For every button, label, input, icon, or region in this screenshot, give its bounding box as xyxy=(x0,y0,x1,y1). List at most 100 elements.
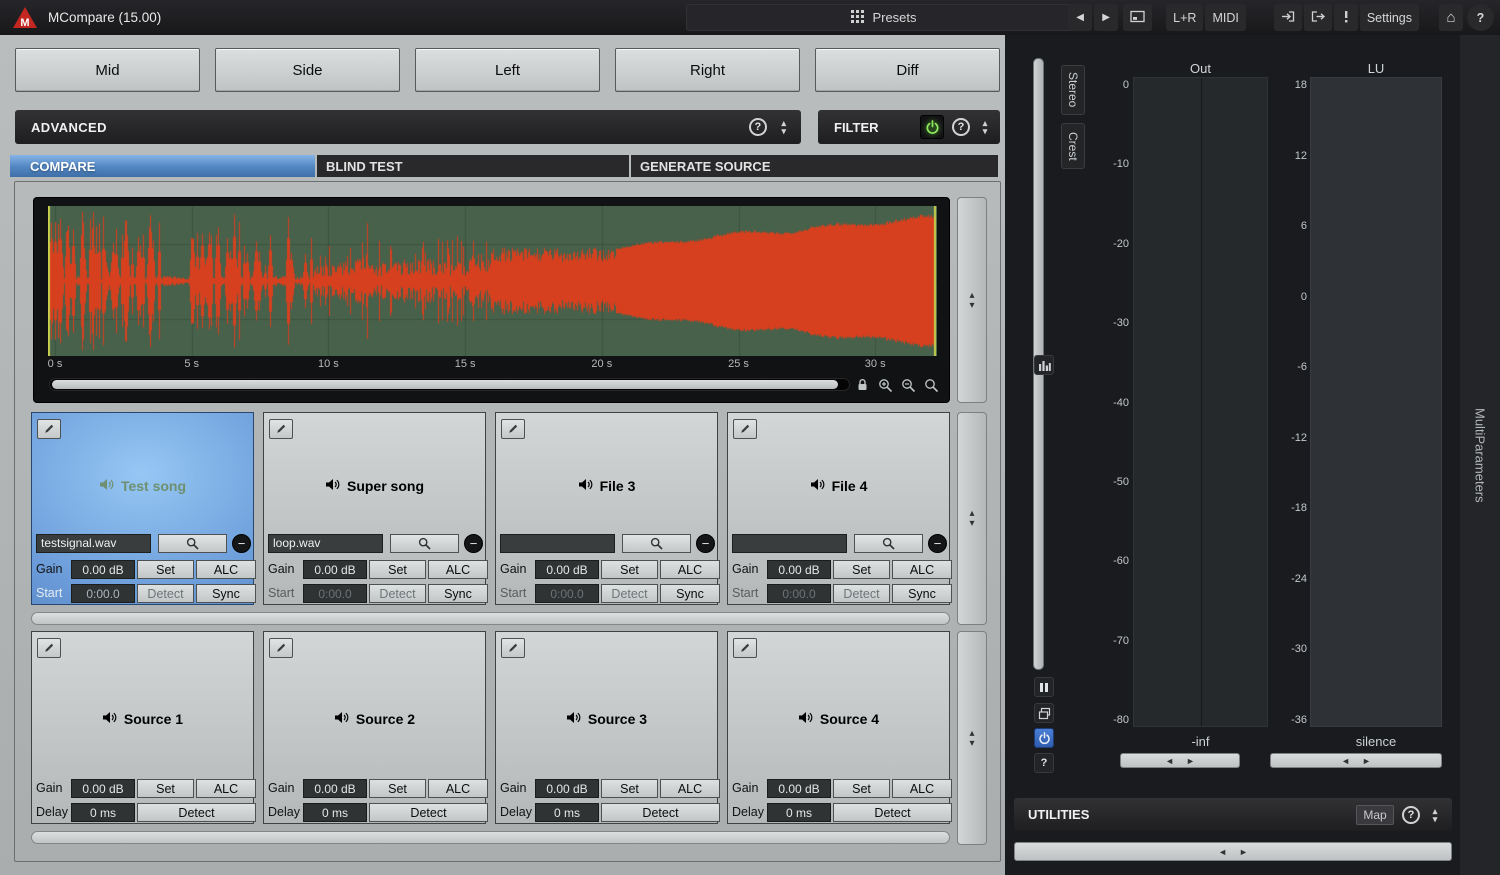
gain-value-field[interactable]: 0.00 dB xyxy=(71,779,135,798)
slot-row-scrollbar[interactable] xyxy=(31,612,950,625)
set-button[interactable]: Set xyxy=(137,560,194,579)
edit-name-button[interactable] xyxy=(501,419,525,439)
delay-value-field[interactable]: 0 ms xyxy=(303,803,367,822)
map-button[interactable]: Map xyxy=(1356,805,1394,825)
filename-field[interactable]: testsignal.wav xyxy=(36,534,151,553)
set-button[interactable]: Set xyxy=(369,560,426,579)
source-slot[interactable]: Source 2 Gain 0.00 dB Set ALC Delay 0 ms… xyxy=(263,631,486,824)
start-value-field[interactable]: 0:00.0 xyxy=(303,584,367,603)
midi-button[interactable]: MIDI xyxy=(1205,4,1245,31)
settings-button[interactable]: Settings xyxy=(1360,4,1419,31)
zoom-fit-icon[interactable] xyxy=(923,377,939,393)
meter-help-button[interactable]: ? xyxy=(1034,753,1054,773)
set-button[interactable]: Set xyxy=(601,560,658,579)
set-button[interactable]: Set xyxy=(601,779,658,798)
remove-file-button[interactable]: − xyxy=(464,534,483,553)
previous-preset-button[interactable]: ◀ xyxy=(1068,4,1092,31)
gain-value-field[interactable]: 0.00 dB xyxy=(71,560,135,579)
comparison-slot[interactable]: File 3 − Gain 0.00 dB Set ALC Start 0:00… xyxy=(495,412,718,605)
comparison-slot[interactable]: Test song testsignal.wav − Gain 0.00 dB … xyxy=(31,412,254,605)
waveform-scrollbar-thumb[interactable] xyxy=(52,380,838,389)
detect-button[interactable]: Detect xyxy=(137,803,256,822)
gain-value-field[interactable]: 0.00 dB xyxy=(303,560,367,579)
edit-name-button[interactable] xyxy=(269,419,293,439)
alc-button[interactable]: ALC xyxy=(196,779,256,798)
meter-power-button[interactable] xyxy=(1034,728,1054,748)
zoom-out-icon[interactable] xyxy=(900,377,916,393)
channel-side-button[interactable]: Side xyxy=(215,48,400,92)
zoom-in-icon[interactable] xyxy=(877,377,893,393)
set-button[interactable]: Set xyxy=(833,779,890,798)
filename-field[interactable] xyxy=(500,534,615,553)
detect-button[interactable]: Detect xyxy=(601,803,720,822)
alc-button[interactable]: ALC xyxy=(660,779,720,798)
delay-value-field[interactable]: 0 ms xyxy=(767,803,831,822)
gain-value-field[interactable]: 0.00 dB xyxy=(303,779,367,798)
filename-field[interactable] xyxy=(732,534,847,553)
out-meter[interactable] xyxy=(1133,77,1268,727)
source-slot[interactable]: Source 3 Gain 0.00 dB Set ALC Delay 0 ms… xyxy=(495,631,718,824)
tab-generate-source[interactable]: GENERATE SOURCE xyxy=(631,155,998,177)
tab-compare[interactable]: COMPARE xyxy=(10,155,315,177)
lu-meter-range-slider[interactable]: ◄► xyxy=(1270,753,1442,768)
sync-button[interactable]: Sync xyxy=(196,584,256,603)
edit-name-button[interactable] xyxy=(37,419,61,439)
detect-button[interactable]: Detect xyxy=(369,584,426,603)
panel-collapse-spinner[interactable]: ▴▾ xyxy=(1428,807,1442,823)
alc-button[interactable]: ALC xyxy=(892,779,952,798)
utilities-panel-header[interactable]: UTILITIES Map ? ▴▾ xyxy=(1014,798,1452,831)
panel-collapse-spinner[interactable]: ▴▾ xyxy=(777,119,791,135)
browse-file-button[interactable] xyxy=(390,534,459,553)
remove-file-button[interactable]: − xyxy=(928,534,947,553)
filter-power-button[interactable] xyxy=(920,115,944,139)
sync-button[interactable]: Sync xyxy=(660,584,720,603)
melda-logo[interactable]: M xyxy=(12,6,38,29)
gain-value-field[interactable]: 0.00 dB xyxy=(535,779,599,798)
waveform-panel-resizer[interactable]: ▴▾ xyxy=(957,197,987,403)
filename-field[interactable]: loop.wav xyxy=(268,534,383,553)
browse-file-button[interactable] xyxy=(158,534,227,553)
alc-button[interactable]: ALC xyxy=(428,779,488,798)
remove-file-button[interactable]: − xyxy=(696,534,715,553)
tab-blind-test[interactable]: BLIND TEST xyxy=(317,155,629,177)
meter-pause-button[interactable] xyxy=(1034,677,1054,697)
comparison-slot[interactable]: Super song loop.wav − Gain 0.00 dB Set A… xyxy=(263,412,486,605)
start-value-field[interactable]: 0:00.0 xyxy=(71,584,135,603)
edit-name-button[interactable] xyxy=(37,638,61,658)
home-button[interactable]: ⌂ xyxy=(1439,4,1463,31)
start-value-field[interactable]: 0:00.0 xyxy=(535,584,599,603)
detect-button[interactable]: Detect xyxy=(601,584,658,603)
source-slot[interactable]: Source 1 Gain 0.00 dB Set ALC Delay 0 ms… xyxy=(31,631,254,824)
alc-button[interactable]: ALC xyxy=(892,560,952,579)
edit-name-button[interactable] xyxy=(733,638,757,658)
channel-right-button[interactable]: Right xyxy=(615,48,800,92)
alc-button[interactable]: ALC xyxy=(196,560,256,579)
channel-mode-button[interactable]: L+R xyxy=(1166,4,1203,31)
browse-file-button[interactable] xyxy=(854,534,923,553)
set-button[interactable]: Set xyxy=(137,779,194,798)
source-slot[interactable]: Source 4 Gain 0.00 dB Set ALC Delay 0 ms… xyxy=(727,631,950,824)
next-preset-button[interactable]: ▶ xyxy=(1094,4,1118,31)
delay-value-field[interactable]: 0 ms xyxy=(535,803,599,822)
alc-button[interactable]: ALC xyxy=(660,560,720,579)
alc-button[interactable]: ALC xyxy=(428,560,488,579)
lock-icon[interactable] xyxy=(854,377,870,393)
help-button[interactable]: ? xyxy=(1467,4,1494,31)
edit-name-button[interactable] xyxy=(733,419,757,439)
source-row-resizer[interactable]: ▴▾ xyxy=(957,631,987,845)
import-button[interactable] xyxy=(1274,4,1302,31)
comparison-slot[interactable]: File 4 − Gain 0.00 dB Set ALC Start 0:00… xyxy=(727,412,950,605)
limiter-button[interactable] xyxy=(1334,4,1358,31)
advanced-panel-header[interactable]: ADVANCED ? ▴▾ xyxy=(15,110,801,144)
sync-button[interactable]: Sync xyxy=(428,584,488,603)
browse-file-button[interactable] xyxy=(622,534,691,553)
set-button[interactable]: Set xyxy=(833,560,890,579)
snapshot-button[interactable] xyxy=(1123,4,1152,31)
out-meter-range-slider[interactable]: ◄► xyxy=(1120,753,1240,768)
edit-name-button[interactable] xyxy=(269,638,293,658)
channel-mid-button[interactable]: Mid xyxy=(15,48,200,92)
lu-meter[interactable] xyxy=(1310,77,1442,727)
gain-value-field[interactable]: 0.00 dB xyxy=(767,560,831,579)
help-button[interactable]: ? xyxy=(749,118,767,136)
remove-file-button[interactable]: − xyxy=(232,534,251,553)
